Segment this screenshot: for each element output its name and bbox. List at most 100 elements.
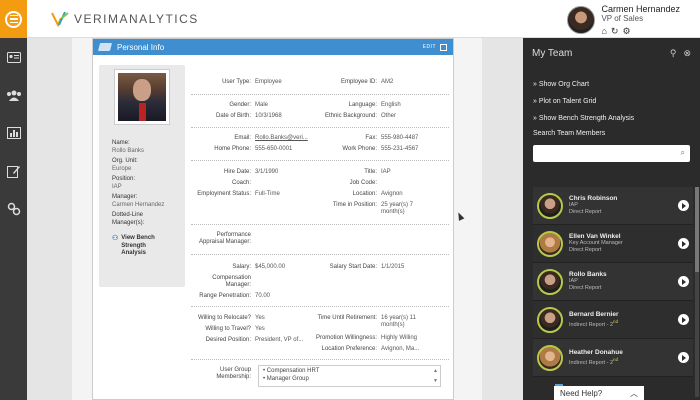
list-item[interactable]: Chris Robinson IAP Direct Report: [533, 187, 693, 225]
desired-position-label: Desired Position:: [205, 337, 251, 343]
location-preference-value: Avignon, Ma...: [381, 346, 420, 352]
promotion-value: Highly Willing: [381, 335, 418, 341]
name-value: Rollo Banks: [112, 147, 145, 154]
ethnic-label: Ethnic Background:: [324, 113, 377, 119]
coach-label: Coach:: [231, 180, 251, 186]
org-chart-link[interactable]: » Show Org Chart: [523, 76, 700, 93]
play-icon[interactable]: [678, 352, 689, 363]
language-label: Language:: [348, 102, 377, 108]
bench-strength-link[interactable]: ⚇ View Bench Strength Analysis: [112, 235, 169, 258]
language-value: English: [381, 102, 401, 108]
title-value: IAP: [381, 169, 391, 175]
user-role: VP of Sales: [601, 14, 644, 23]
location-label: Location:: [352, 191, 377, 197]
user-menu[interactable]: Carmen Hernandez VP of Sales ⌂ ↻ ⚙: [567, 4, 680, 36]
email-link[interactable]: Rollo.Banks@veri...: [255, 135, 308, 142]
travel-label: Willing to Travel?: [205, 326, 251, 332]
scroll-down-icon[interactable]: ▼: [433, 377, 438, 385]
org-label: Org. Unit:: [112, 158, 138, 164]
play-icon[interactable]: [678, 314, 689, 325]
list-item[interactable]: Rollo Banks IAP Direct Report: [533, 263, 693, 301]
user-name: Carmen Hernandez: [601, 4, 680, 14]
salary-start-value: 1/1/2015: [381, 264, 405, 270]
personal-info-card: Personal Info EDIT Name: Rollo Banks Org…: [92, 38, 454, 400]
range-penetration-label: Range Penetration:: [199, 293, 251, 299]
logo[interactable]: VERIMANALYTICS: [50, 9, 199, 29]
search-label: Search Team Members: [533, 130, 606, 137]
need-help-button[interactable]: Need Help? ︿: [554, 386, 644, 400]
play-icon[interactable]: [678, 200, 689, 211]
location-preference-label: Location Preference:: [321, 346, 377, 352]
search-icon[interactable]: ⌕: [681, 148, 685, 158]
list-item[interactable]: Bernard Bernier Indirect Report - 2nd: [533, 301, 693, 339]
menu-button[interactable]: [0, 0, 27, 38]
retirement-label: Time Until Retirement:: [317, 315, 377, 321]
fax-label: Fax:: [365, 135, 377, 141]
email-label: Email:: [234, 135, 251, 141]
list-item: • Manager Group: [263, 376, 309, 382]
top-header: VERIMANALYTICS Carmen Hernandez VP of Sa…: [0, 0, 700, 38]
avatar: [537, 306, 563, 333]
play-icon[interactable]: [678, 238, 689, 249]
retirement-value: 16 year(s) 11 month(s): [381, 315, 416, 328]
gender-value: Male: [255, 102, 269, 108]
hamburger-icon: [5, 10, 22, 28]
group-membership-list[interactable]: • Compensation HRT • Manager Group ▲ ▼: [258, 365, 441, 387]
dotted-manager-label: Dotted-Line Manager(s):: [112, 212, 145, 226]
pin-icon[interactable]: ⚲: [670, 48, 677, 59]
promotion-label: Promotion Willingness:: [315, 335, 377, 341]
home-icon[interactable]: ⌂: [601, 26, 606, 36]
list-item[interactable]: Heather Donahue Indirect Report - 2nd: [533, 339, 693, 377]
scroll-up-icon[interactable]: ▲: [433, 367, 438, 375]
org-value: Europe: [112, 165, 132, 172]
avatar: [537, 192, 563, 219]
dob-value: 10/3/1968: [255, 113, 282, 119]
content-panel: Personal Info EDIT Name: Rollo Banks Org…: [72, 38, 482, 400]
position-label: Position:: [112, 176, 136, 182]
hire-date-label: Hire Date:: [223, 169, 251, 175]
work-phone-label: Work Phone:: [342, 146, 377, 152]
bench-analysis-link[interactable]: » Show Bench Strength Analysis: [523, 110, 700, 127]
logo-icon: [51, 11, 69, 28]
user-type-label: User Type:: [222, 79, 251, 85]
refresh-icon[interactable]: ↻: [611, 26, 619, 36]
chevron-up-icon: ︿: [630, 388, 638, 398]
user-type-value: Employee: [255, 79, 282, 85]
range-penetration-value: 70.00: [255, 293, 271, 299]
hierarchy-icon: ⚇: [112, 235, 119, 242]
position-value: IAP: [112, 183, 122, 190]
edit-square-icon[interactable]: [440, 43, 447, 51]
profile-card-icon[interactable]: [0, 38, 27, 76]
main-area: Personal Info EDIT Name: Rollo Banks Org…: [27, 38, 523, 400]
play-icon[interactable]: [678, 276, 689, 287]
home-phone-label: Home Phone:: [214, 146, 251, 152]
home-phone-value: 555-650-0001: [255, 146, 293, 152]
relocate-label: Willing to Relocate?: [197, 315, 251, 321]
link-icon[interactable]: [0, 190, 27, 228]
team-icon[interactable]: [0, 76, 27, 114]
panel-title: My Team: [532, 47, 573, 59]
salary-value: $45,000.00: [255, 264, 286, 270]
team-list-scrollbar[interactable]: [695, 187, 699, 397]
relocate-value: Yes: [255, 315, 265, 321]
ethnic-value: Other: [381, 113, 397, 119]
card-header: Personal Info EDIT: [93, 39, 453, 55]
appraisal-manager-label: Performance Appraisal Manager:: [198, 232, 251, 245]
edit-button[interactable]: EDIT: [423, 44, 436, 50]
team-search-input[interactable]: ⌕: [533, 145, 690, 162]
gear-icon[interactable]: ⚙: [622, 26, 630, 36]
team-member-list: Chris Robinson IAP Direct Report Ellen V…: [533, 187, 693, 377]
avatar: [537, 268, 563, 295]
manager-value: Carmen Hernandez: [112, 201, 165, 208]
work-phone-value: 555-231-4567: [381, 146, 419, 152]
user-avatar[interactable]: [567, 6, 596, 34]
list-item[interactable]: Ellen Van Winkel Key Account Manager Dir…: [533, 225, 693, 263]
name-label: Name:: [112, 140, 130, 146]
edit-icon[interactable]: [0, 152, 27, 190]
manager-label: Manager:: [112, 194, 138, 200]
travel-value: Yes: [255, 326, 265, 332]
chart-icon[interactable]: [0, 114, 27, 152]
talent-grid-link[interactable]: » Plot on Talent Grid: [523, 93, 700, 110]
close-icon[interactable]: ⊗: [683, 48, 691, 59]
profile-photo: [114, 69, 170, 125]
